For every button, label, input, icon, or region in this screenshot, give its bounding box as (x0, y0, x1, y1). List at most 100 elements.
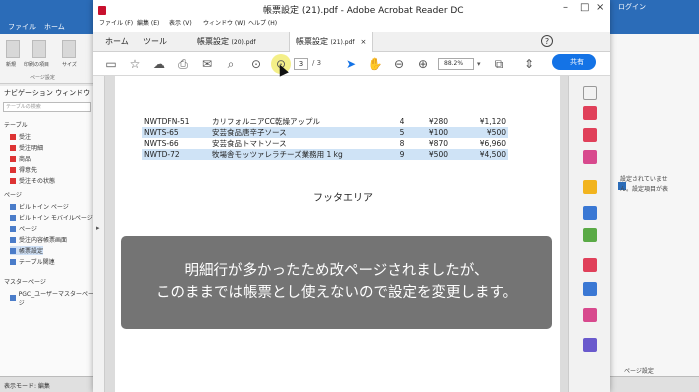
table-row: NWTS-66 安芸食品トマトソース 8 ¥870 ¥6,960 (142, 138, 508, 149)
bg-new-button[interactable] (6, 40, 20, 58)
previous-page-icon[interactable]: ⊙ (248, 56, 264, 72)
footer-area-label: フッタエリア (313, 193, 373, 204)
search-tool-icon[interactable] (583, 86, 597, 100)
nav-section-pages[interactable]: ページ (4, 190, 22, 199)
export-pdf-icon[interactable] (583, 106, 597, 120)
login-link[interactable]: ログイン (618, 2, 646, 12)
menu-view[interactable]: 表示 (V) (169, 18, 192, 27)
item-price: ¥500 (414, 149, 450, 160)
nav-item-page-selected[interactable]: 帳票設定 (10, 246, 44, 255)
upload-cloud-icon[interactable]: ☁ (151, 56, 167, 72)
minimize-icon[interactable]: – (563, 2, 568, 13)
page-icon (10, 295, 16, 301)
tab-home[interactable]: ホーム (99, 32, 135, 52)
print-icon[interactable]: ⎙ (175, 56, 191, 72)
tab-close-icon[interactable]: × (361, 38, 367, 46)
scroll-mode-icon[interactable]: ⇕ (521, 56, 537, 72)
hand-tool-icon[interactable]: ✋ (367, 56, 383, 72)
detail-table: NWTDFN-51 カリフォルニアCC乾燥アップル 4 ¥280 ¥1,120 … (142, 116, 508, 160)
nav-item-page[interactable]: 受注内容帳票画面 (10, 235, 67, 244)
page-number-input[interactable]: 3 (294, 58, 308, 70)
combine-files-icon[interactable] (583, 206, 597, 220)
save-icon[interactable]: ▭ (103, 56, 119, 72)
nav-item-table[interactable]: 受注その状態 (10, 176, 55, 185)
table-icon (10, 166, 16, 173)
sign-icon[interactable] (583, 338, 597, 352)
create-pdf-icon[interactable] (583, 128, 597, 142)
more-tools-icon[interactable] (583, 308, 597, 322)
acrobat-titlebar: 帳票設定 (21).pdf - Adobe Acrobat Reader DC … (93, 0, 610, 32)
maximize-icon[interactable]: □ (580, 2, 589, 13)
nav-item-table[interactable]: 受注明細 (10, 143, 43, 152)
table-icon (10, 133, 16, 140)
nav-item-table[interactable]: 商品 (10, 154, 31, 163)
nav-item-page[interactable]: ビルトイン ページ (10, 202, 69, 211)
acrobat-tab-bar: ホーム ツール 帳票設定 (20).pdf 帳票設定 (21).pdf × ? (93, 32, 610, 52)
table-row: NWTS-65 安芸食品唐辛子ソース 5 ¥100 ¥500 (142, 127, 508, 138)
zoom-level-input[interactable]: 88.2% (438, 58, 474, 70)
acrobat-logo-icon (98, 6, 106, 15)
background-ribbon: 新規 印刷の項目 サイズ ページ設定 (0, 34, 96, 84)
bg-new-label: 新規 (6, 62, 17, 68)
menu-file[interactable]: ファイル (F) (99, 18, 133, 27)
email-icon[interactable]: ✉ (199, 56, 215, 72)
nav-item-master-page[interactable]: PGC_ユーザーマスターページ (10, 289, 95, 307)
nav-search-input[interactable]: テーブルの検索 (3, 102, 91, 112)
right-panel-page-setup-label: ページ設定 (624, 368, 654, 375)
close-icon[interactable]: × (596, 2, 604, 13)
menu-edit[interactable]: 編集 (E) (137, 18, 159, 27)
nav-item-page[interactable]: テーブル関連 (10, 257, 55, 266)
left-panel-rail: ▸ (93, 76, 105, 392)
share-button[interactable]: 共有 (552, 54, 596, 70)
item-name: 牧場舎モッツァレラチーズ業務用 1 kg (210, 149, 390, 160)
item-qty: 5 (390, 127, 414, 138)
nav-item-page[interactable]: ビルトイン モバイルページ (10, 213, 93, 222)
nav-item-table[interactable]: 得意先 (10, 165, 37, 174)
right-tools-rail (568, 76, 610, 392)
zoom-search-icon[interactable]: ⌕ (223, 56, 239, 72)
expand-panel-arrow-icon[interactable]: ▸ (96, 224, 100, 232)
tab-document-21[interactable]: 帳票設定 (21).pdf × (289, 32, 374, 52)
page-fit-icon[interactable]: ⧉ (491, 56, 507, 72)
tab-document-20[interactable]: 帳票設定 (20).pdf (191, 32, 262, 52)
bookmark-star-icon[interactable]: ☆ (127, 56, 143, 72)
right-panel-text: 設定されていませ (620, 176, 668, 183)
fill-sign-icon[interactable] (583, 258, 597, 272)
item-code: NWTS-66 (144, 139, 179, 148)
nav-item-page[interactable]: ページ (10, 224, 37, 233)
table-icon (10, 155, 16, 162)
nav-item-table[interactable]: 受注 (10, 132, 31, 141)
nav-section-master-pages[interactable]: マスターページ (4, 277, 46, 286)
item-code: NWTD-72 (142, 149, 210, 160)
caption-line-1: 明細行が多かったため改ページされましたが、 (184, 263, 489, 279)
right-panel-text: ん。設定項目が表 (620, 186, 669, 193)
menu-help[interactable]: ヘルプ (H) (248, 18, 277, 27)
item-amount: ¥1,120 (479, 117, 506, 126)
page-icon (10, 203, 16, 210)
table-row: NWTD-72 牧場舎モッツァレラチーズ業務用 1 kg 9 ¥500 ¥4,5… (142, 149, 508, 160)
zoom-out-icon[interactable]: ⊖ (391, 56, 407, 72)
item-qty: 9 (390, 149, 414, 160)
comment-icon[interactable] (583, 180, 597, 194)
bg-tab-file[interactable]: ファイル (8, 22, 36, 32)
window-title: 帳票設定 (21).pdf - Adobe Acrobat Reader DC (263, 6, 464, 16)
tab-tools[interactable]: ツール (137, 32, 173, 52)
bg-size-button[interactable] (62, 40, 76, 58)
page-icon (10, 258, 16, 265)
protect-icon[interactable] (583, 282, 597, 296)
page-icon (10, 225, 16, 232)
organize-pages-icon[interactable] (583, 228, 597, 242)
nav-section-tables[interactable]: テーブル (4, 120, 28, 129)
bg-print-items-label: 印刷の項目 (24, 62, 50, 68)
item-code: NWTDFN-51 (144, 117, 190, 126)
bg-print-items-button[interactable] (32, 40, 46, 58)
select-pointer-icon[interactable]: ➤ (343, 56, 359, 72)
edit-pdf-icon[interactable] (583, 150, 597, 164)
zoom-dropdown-icon[interactable]: ▾ (477, 60, 481, 68)
menu-window[interactable]: ウィンドウ (W) (203, 18, 246, 27)
view-mode-status: 表示モード: 編集 (4, 383, 50, 390)
zoom-in-icon[interactable]: ⊕ (415, 56, 431, 72)
item-price: ¥280 (428, 117, 448, 126)
help-icon[interactable]: ? (541, 35, 553, 47)
bg-tab-home[interactable]: ホーム (44, 22, 65, 32)
